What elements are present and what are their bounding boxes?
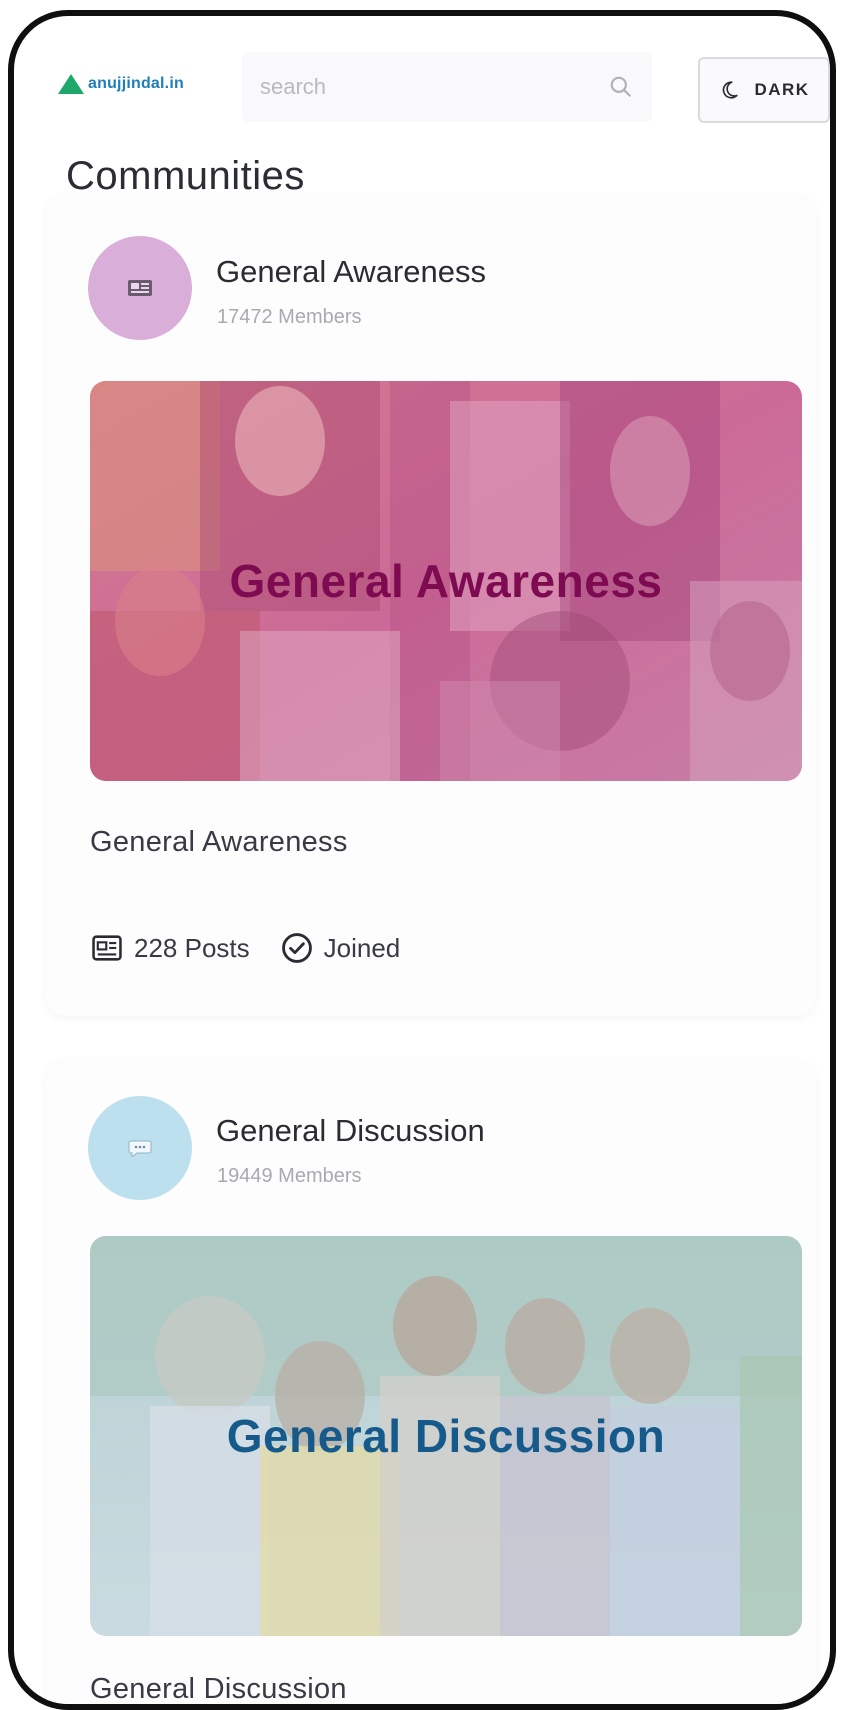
community-card[interactable]: General Awareness 17472 Members General … [46,196,816,1016]
brand-name: anujjindal.in [88,75,184,92]
search-input[interactable] [258,73,582,101]
top-bar: anujjindal.in DARK [14,16,830,126]
community-name[interactable]: General Awareness [216,254,486,290]
brand-logo[interactable]: anujjindal.in [58,74,184,94]
community-description: General Awareness [90,826,348,858]
dark-mode-button[interactable]: DARK [698,57,830,123]
newspaper-icon [92,935,122,961]
community-avatar [88,236,192,340]
community-banner[interactable]: General Discussion [90,1236,802,1636]
community-avatar [88,1096,192,1200]
banner-title: General Discussion [226,1410,666,1462]
moon-icon [723,81,739,99]
member-count: 17472 Members [217,306,362,328]
community-banner[interactable]: General Awareness [90,381,802,781]
posts-count: 228 Posts [134,932,250,963]
joined-label: Joined [323,932,401,963]
community-name[interactable]: General Discussion [216,1113,485,1149]
posts-stat[interactable]: 228 Posts [90,931,250,965]
joined-button[interactable]: Joined [280,931,401,965]
dark-mode-label: DARK [754,80,810,99]
page-title: Communities [66,154,305,198]
phone-frame: anujjindal.in DARK Communities [8,10,836,1710]
banner-title: General Awareness [229,555,663,607]
search-box [242,52,652,122]
newspaper-icon [128,280,152,296]
check-circle-icon [281,933,312,963]
community-description: General Discussion [90,1673,347,1705]
community-card[interactable]: General Discussion 19449 Members General… [46,1061,816,1705]
search-icon[interactable] [608,74,634,100]
logo-mark-icon [58,74,84,94]
member-count: 19449 Members [217,1165,362,1187]
chat-bubble-icon [128,1140,152,1157]
community-stats: 228 Posts Joined [90,931,400,965]
